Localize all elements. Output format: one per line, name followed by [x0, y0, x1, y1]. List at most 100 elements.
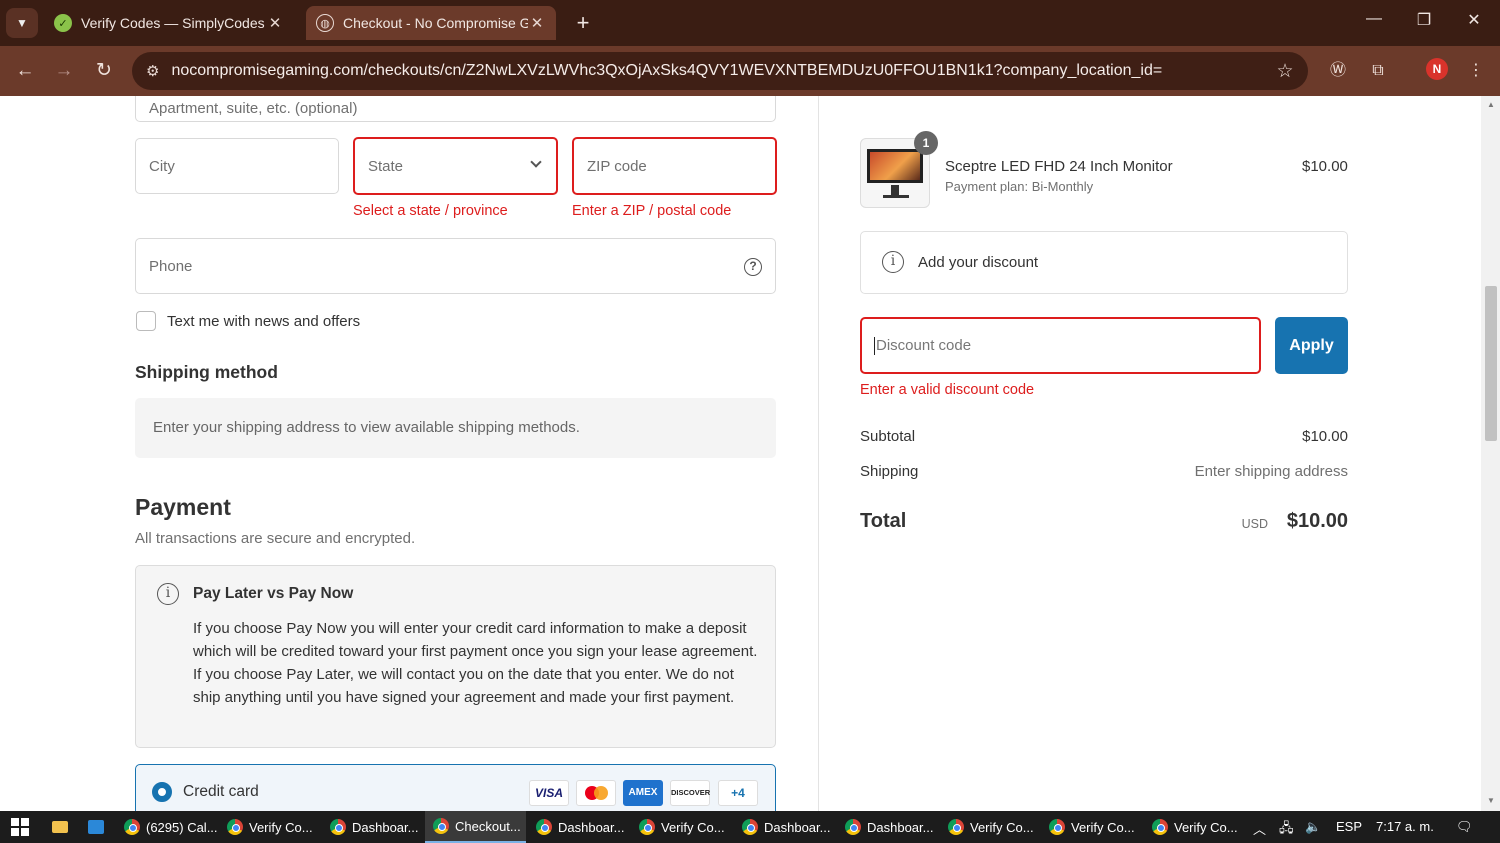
amex-icon: AMEX — [623, 780, 663, 806]
profile-avatar[interactable]: N — [1426, 58, 1448, 80]
credit-card-radio[interactable] — [152, 782, 172, 802]
product-price: $10.00 — [1302, 158, 1348, 175]
monitor-base — [883, 195, 909, 198]
taskbar-item[interactable]: Verify Co... — [1041, 811, 1142, 843]
scrollbar-thumb[interactable] — [1485, 286, 1497, 441]
tab-title: Verify Codes — SimplyCodes — [81, 15, 265, 31]
clock[interactable]: 7:17 a. m. — [1376, 819, 1434, 834]
subtotal-value: $10.00 — [1302, 428, 1348, 445]
bookmark-star-icon[interactable]: ☆ — [1262, 60, 1308, 83]
notifications-icon[interactable]: 🗨 — [1456, 819, 1473, 835]
taskbar-item-label: Dashboar... — [558, 819, 625, 835]
quantity-badge: 1 — [914, 131, 938, 155]
zip-error: Enter a ZIP / postal code — [572, 203, 732, 219]
chrome-icon — [536, 819, 552, 835]
store-button[interactable] — [80, 811, 112, 843]
url-text[interactable]: nocompromisegaming.com/checkouts/cn/Z2Nw… — [171, 62, 1262, 80]
apartment-field[interactable]: Apartment, suite, etc. (optional) — [135, 96, 776, 122]
text-offers-label[interactable]: Text me with news and offers — [167, 313, 360, 330]
phone-field[interactable]: Phone ? — [135, 238, 776, 294]
taskbar-item[interactable]: Checkout... — [425, 811, 526, 843]
taskbar-item[interactable]: Verify Co... — [1144, 811, 1245, 843]
taskbar-item[interactable]: Dashboar... — [837, 811, 938, 843]
chrome-icon — [124, 819, 140, 835]
taskbar-item[interactable]: Dashboar... — [322, 811, 423, 843]
payment-heading: Payment — [135, 494, 231, 520]
taskbar-item[interactable]: (6295) Cal... — [116, 811, 217, 843]
back-icon[interactable]: ← — [12, 58, 38, 84]
credit-card-label: Credit card — [183, 783, 259, 800]
shipping-method-heading: Shipping method — [135, 362, 278, 382]
tray-overflow-icon[interactable]: ︿ — [1253, 819, 1266, 838]
add-discount-label: Add your discount — [918, 254, 1039, 271]
shipping-notice-text: Enter your shipping address to view avai… — [153, 419, 580, 436]
discount-code-input[interactable]: Discount code — [860, 317, 1261, 374]
taskbar-item[interactable]: Verify Co... — [940, 811, 1041, 843]
simplycodes-favicon-icon: ✓ — [54, 14, 72, 32]
payment-subheading: All transactions are secure and encrypte… — [135, 530, 416, 547]
help-icon[interactable]: ? — [744, 258, 762, 276]
taskbar-item-label: Verify Co... — [1174, 819, 1238, 835]
more-cards-badge: +4 — [718, 780, 758, 806]
taskbar-item-label: Verify Co... — [249, 819, 313, 835]
discover-icon: DISCOVER — [670, 780, 710, 806]
file-explorer-button[interactable] — [44, 811, 76, 843]
chrome-icon — [1152, 819, 1168, 835]
close-tab-icon[interactable]: ✕ — [266, 14, 284, 32]
taskbar-item[interactable]: Dashboar... — [734, 811, 835, 843]
site-info-icon[interactable]: ⚙ — [146, 62, 159, 80]
checkout-page: Apartment, suite, etc. (optional) City S… — [0, 96, 1500, 811]
menu-dots-icon[interactable]: ⋮ — [1463, 58, 1489, 84]
chrome-icon — [639, 819, 655, 835]
chrome-icon — [1049, 819, 1065, 835]
browser-toolbar: ← → ↻ ⚙ nocompromisegaming.com/checkouts… — [0, 46, 1500, 96]
extension-w-icon[interactable]: Ⓦ — [1325, 58, 1351, 84]
globe-favicon-icon: ◍ — [316, 14, 334, 32]
taskbar-item-label: Verify Co... — [970, 819, 1034, 835]
total-currency: USD — [1241, 517, 1268, 531]
shipping-notice: Enter your shipping address to view avai… — [135, 398, 776, 458]
discount-error: Enter a valid discount code — [860, 382, 1035, 398]
taskbar-item-label: Dashboar... — [867, 819, 934, 835]
info-icon: i — [882, 251, 904, 273]
zip-field[interactable]: ZIP code — [572, 137, 777, 195]
tab-verify-codes[interactable]: ✓ Verify Codes — SimplyCodes ✕ — [44, 6, 294, 40]
monitor-image — [867, 149, 923, 183]
forward-icon[interactable]: → — [51, 58, 77, 84]
address-bar[interactable]: ⚙ nocompromisegaming.com/checkouts/cn/Z2… — [132, 52, 1308, 90]
discount-placeholder: Discount code — [876, 337, 972, 354]
close-tab-icon[interactable]: ✕ — [528, 14, 546, 32]
network-icon[interactable]: 🖧 — [1279, 819, 1294, 841]
pay-later-info-box: i Pay Later vs Pay Now If you choose Pay… — [135, 565, 776, 748]
restore-icon[interactable]: ❐ — [1409, 10, 1439, 30]
product-name: Sceptre LED FHD 24 Inch Monitor — [945, 158, 1173, 175]
volume-icon[interactable]: 🔈 — [1305, 819, 1321, 835]
taskbar-item[interactable]: Verify Co... — [631, 811, 732, 843]
language-indicator[interactable]: ESP — [1336, 819, 1362, 834]
add-discount-toggle[interactable]: i Add your discount — [860, 231, 1348, 294]
product-plan: Payment plan: Bi-Monthly — [945, 179, 1094, 194]
minimize-icon[interactable]: — — [1359, 10, 1389, 28]
state-placeholder: State — [368, 157, 404, 175]
scroll-up-icon[interactable]: ▲ — [1485, 100, 1497, 109]
taskbar-item[interactable]: Dashboar... — [528, 811, 629, 843]
taskbar-item[interactable]: Verify Co... — [219, 811, 320, 843]
taskbar-item-label: Verify Co... — [661, 819, 725, 835]
scroll-down-icon[interactable]: ▼ — [1485, 796, 1497, 805]
text-offers-checkbox[interactable] — [136, 311, 156, 331]
apply-button[interactable]: Apply — [1275, 317, 1348, 374]
credit-card-option[interactable]: Credit card VISA AMEX DISCOVER +4 — [135, 764, 776, 811]
new-tab-button[interactable]: + — [570, 10, 596, 36]
start-button[interactable] — [0, 811, 40, 843]
tab-checkout[interactable]: ◍ Checkout - No Compromise Gaming ✕ — [306, 6, 556, 40]
page-scrollbar[interactable] — [1481, 96, 1500, 811]
state-select[interactable]: State — [353, 137, 558, 195]
taskbar-item-label: Dashboar... — [352, 819, 419, 835]
tab-search-button[interactable]: ▼ — [6, 8, 38, 38]
reload-icon[interactable]: ↻ — [91, 58, 117, 84]
extensions-puzzle-icon[interactable]: ⧉ — [1365, 58, 1391, 84]
chrome-icon — [742, 819, 758, 835]
city-field[interactable]: City — [135, 138, 339, 194]
apartment-placeholder: Apartment, suite, etc. (optional) — [149, 99, 358, 117]
close-window-icon[interactable]: ✕ — [1459, 10, 1489, 30]
